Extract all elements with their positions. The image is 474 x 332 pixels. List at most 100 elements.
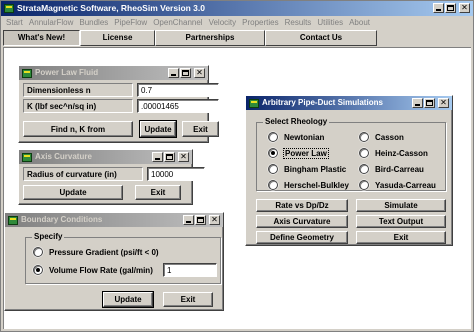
radio-icon xyxy=(268,132,278,142)
power-law-title: Power Law Fluid xyxy=(35,68,99,77)
close-button[interactable]: ✕ xyxy=(194,68,205,78)
volume-flow-label: Volume Flow Rate (gal/min) xyxy=(49,265,153,275)
minimize-button[interactable] xyxy=(152,152,163,162)
n-input[interactable]: 0.7 xyxy=(137,83,219,97)
menu-properties[interactable]: Properties xyxy=(239,16,281,29)
minimize-button[interactable] xyxy=(183,215,194,225)
app-icon xyxy=(4,4,14,13)
boundary-conditions-window: Boundary Conditions ✕ Specify Pressure G… xyxy=(4,212,224,311)
minimize-button[interactable] xyxy=(433,3,444,13)
tab-whats-new[interactable]: What's New! xyxy=(3,30,80,46)
menu-openchannel[interactable]: OpenChannel xyxy=(150,16,205,29)
tab-bar: What's New! License Partnerships Contact… xyxy=(3,30,377,46)
axis-curvature-window: Axis Curvature ✕ Radius of curvature (in… xyxy=(18,149,205,205)
rheology-label: Heinz-Casson xyxy=(375,148,428,158)
define-geometry-button[interactable]: Define Geometry xyxy=(256,231,348,244)
update-button[interactable]: Update xyxy=(23,185,123,200)
radio-icon xyxy=(268,164,278,174)
pressure-gradient-radio[interactable]: Pressure Gradient (psi/ft < 0) xyxy=(33,247,159,257)
rheology-legend: Select Rheology xyxy=(263,117,330,127)
minimize-icon xyxy=(155,158,160,160)
close-icon: ✕ xyxy=(461,3,468,12)
menu-about[interactable]: About xyxy=(346,16,373,29)
simulate-button[interactable]: Simulate xyxy=(356,199,446,212)
radio-icon xyxy=(33,247,43,257)
maximize-icon xyxy=(182,70,189,76)
radio-icon xyxy=(359,148,369,158)
rheology-newtonian[interactable]: Newtonian xyxy=(268,132,324,142)
app-titlebar: StrataMagnetic Software, RheoSim Version… xyxy=(1,1,473,16)
exit-button[interactable]: Exit xyxy=(135,185,181,200)
menu-pipeflow[interactable]: PipeFlow xyxy=(111,16,150,29)
find-nk-button[interactable]: Find n, K from xyxy=(23,121,133,137)
maximize-icon xyxy=(426,100,433,106)
radio-selected-icon xyxy=(33,265,43,275)
axis-curvature-button[interactable]: Axis Curvature xyxy=(256,215,348,228)
close-button[interactable]: ✕ xyxy=(459,3,470,13)
text-output-button[interactable]: Text Output xyxy=(356,215,446,228)
minimize-button[interactable] xyxy=(168,68,179,78)
rheology-herschel-bulkley[interactable]: Herschel-Bulkley xyxy=(268,180,349,190)
radio-selected-icon xyxy=(268,148,278,158)
power-law-titlebar: Power Law Fluid ✕ xyxy=(19,66,208,80)
update-button[interactable]: Update xyxy=(139,120,177,138)
menu-bundles[interactable]: Bundles xyxy=(76,16,111,29)
close-button[interactable]: ✕ xyxy=(178,152,189,162)
minimize-icon xyxy=(186,221,191,223)
pipe-duct-window: Arbitrary Pipe-Duct Simulations ✕ Select… xyxy=(245,95,453,246)
rheology-power-law[interactable]: Power Law xyxy=(268,147,329,159)
rheology-bingham-plastic[interactable]: Bingham Plastic xyxy=(268,164,346,174)
close-icon: ✕ xyxy=(440,98,447,107)
menu-velocity[interactable]: Velocity xyxy=(206,16,240,29)
k-input[interactable]: .00001465 xyxy=(137,99,219,113)
menu-start[interactable]: Start xyxy=(3,16,26,29)
specify-legend: Specify xyxy=(32,232,65,242)
window-controls: ✕ xyxy=(152,152,189,162)
rheology-label: Herschel-Bulkley xyxy=(284,180,349,190)
tab-contact-us[interactable]: Contact Us xyxy=(265,30,377,46)
radio-icon xyxy=(268,180,278,190)
window-icon xyxy=(249,99,259,108)
tab-license[interactable]: License xyxy=(80,30,155,46)
radius-input[interactable]: 10000 xyxy=(147,167,205,181)
update-button[interactable]: Update xyxy=(102,291,154,308)
menu-results[interactable]: Results xyxy=(282,16,315,29)
maximize-icon xyxy=(197,217,204,223)
rheology-heinz-casson[interactable]: Heinz-Casson xyxy=(359,148,428,158)
minimize-icon xyxy=(171,74,176,76)
rheology-yasuda-carreau[interactable]: Yasuda-Carreau xyxy=(359,180,436,190)
maximize-button[interactable] xyxy=(195,215,206,225)
rheology-label: Yasuda-Carreau xyxy=(375,180,436,190)
window-icon xyxy=(8,216,18,225)
rheology-label: Bird-Carreau xyxy=(375,164,424,174)
rheology-label: Casson xyxy=(375,132,404,142)
close-icon: ✕ xyxy=(211,215,218,224)
close-button[interactable]: ✕ xyxy=(438,98,449,108)
rheology-label: Bingham Plastic xyxy=(284,164,347,174)
maximize-button[interactable] xyxy=(445,3,456,13)
minimize-button[interactable] xyxy=(412,98,423,108)
rheology-casson[interactable]: Casson xyxy=(359,132,404,142)
menu-utilities[interactable]: Utilities xyxy=(314,16,346,29)
maximize-button[interactable] xyxy=(180,68,191,78)
exit-button[interactable]: Exit xyxy=(163,292,213,307)
window-icon xyxy=(22,153,32,162)
close-button[interactable]: ✕ xyxy=(209,215,220,225)
rheology-bird-carreau[interactable]: Bird-Carreau xyxy=(359,164,424,174)
minimize-icon xyxy=(415,104,420,106)
exit-button[interactable]: Exit xyxy=(356,231,446,244)
pipe-duct-title: Arbitrary Pipe-Duct Simulations xyxy=(262,98,383,107)
volume-flow-radio[interactable]: Volume Flow Rate (gal/min) xyxy=(33,265,153,275)
axis-curvature-title: Axis Curvature xyxy=(35,152,92,161)
app-title: StrataMagnetic Software, RheoSim Version… xyxy=(17,3,206,13)
close-icon: ✕ xyxy=(180,152,187,161)
rate-vs-dpdz-button[interactable]: Rate vs Dp/Dz xyxy=(256,199,348,212)
maximize-button[interactable] xyxy=(424,98,435,108)
tab-partnerships[interactable]: Partnerships xyxy=(155,30,265,46)
close-icon: ✕ xyxy=(196,68,203,77)
exit-button[interactable]: Exit xyxy=(182,121,219,137)
flow-rate-input[interactable]: 1 xyxy=(163,263,217,277)
k-label: K (lbf sec^n/sq in) xyxy=(23,99,133,113)
menu-annularflow[interactable]: AnnularFlow xyxy=(26,16,76,29)
maximize-button[interactable] xyxy=(164,152,175,162)
